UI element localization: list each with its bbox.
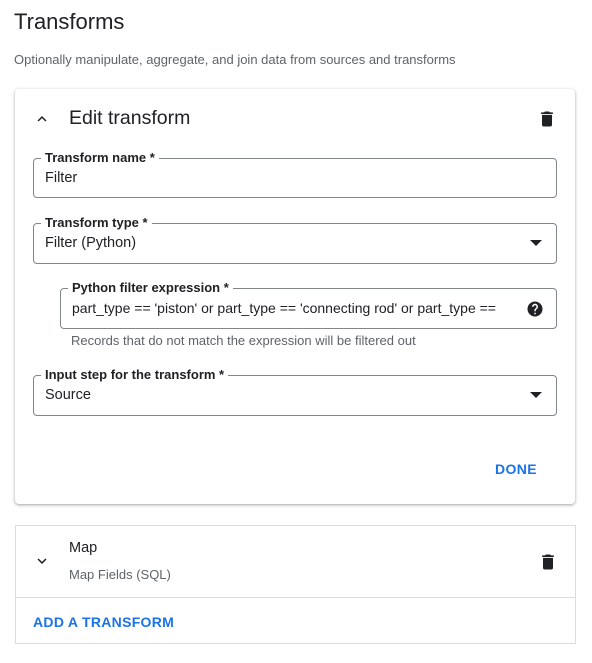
input-step-value[interactable]: Source	[45, 387, 91, 403]
transform-item-map[interactable]: Map Map Fields (SQL)	[16, 526, 575, 598]
python-filter-expression-label: Python filter expression *	[68, 280, 233, 296]
add-transform-button[interactable]: ADD A TRANSFORM	[33, 614, 174, 630]
dropdown-arrow-icon[interactable]	[530, 392, 542, 398]
transform-type-select[interactable]: Transform type * Filter (Python)	[33, 215, 557, 264]
expression-hint: Records that do not match the expression…	[71, 333, 416, 348]
trash-icon[interactable]	[538, 552, 558, 572]
python-filter-expression-field[interactable]: Python filter expression * part_type == …	[60, 280, 557, 329]
input-step-select[interactable]: Input step for the transform * Source	[33, 367, 557, 416]
transform-item-subtitle: Map Fields (SQL)	[69, 567, 171, 582]
input-step-label: Input step for the transform *	[41, 367, 229, 383]
transform-name-label: Transform name *	[41, 150, 159, 166]
help-circle-icon[interactable]	[526, 300, 544, 318]
transform-type-value[interactable]: Filter (Python)	[45, 235, 136, 251]
page-title: Transforms	[14, 9, 125, 34]
transform-item-title: Map	[69, 540, 98, 556]
chevron-up-icon[interactable]	[33, 110, 51, 128]
transform-type-label: Transform type *	[41, 215, 152, 231]
page-subtitle: Optionally manipulate, aggregate, and jo…	[14, 52, 456, 67]
chevron-down-icon[interactable]	[33, 552, 51, 570]
dropdown-arrow-icon[interactable]	[530, 240, 542, 246]
transform-name-field[interactable]: Transform name * Filter	[33, 150, 557, 198]
done-button[interactable]: DONE	[485, 459, 547, 479]
card-title: Edit transform	[69, 107, 191, 129]
trash-icon[interactable]	[537, 109, 557, 129]
transforms-list: Map Map Fields (SQL) ADD A TRANSFORM	[15, 525, 576, 644]
edit-transform-card: Edit transform Transform name * Filter T…	[15, 89, 575, 504]
transform-name-value[interactable]: Filter	[45, 170, 77, 186]
python-filter-expression-value[interactable]: part_type == 'piston' or part_type == 'c…	[72, 300, 512, 316]
